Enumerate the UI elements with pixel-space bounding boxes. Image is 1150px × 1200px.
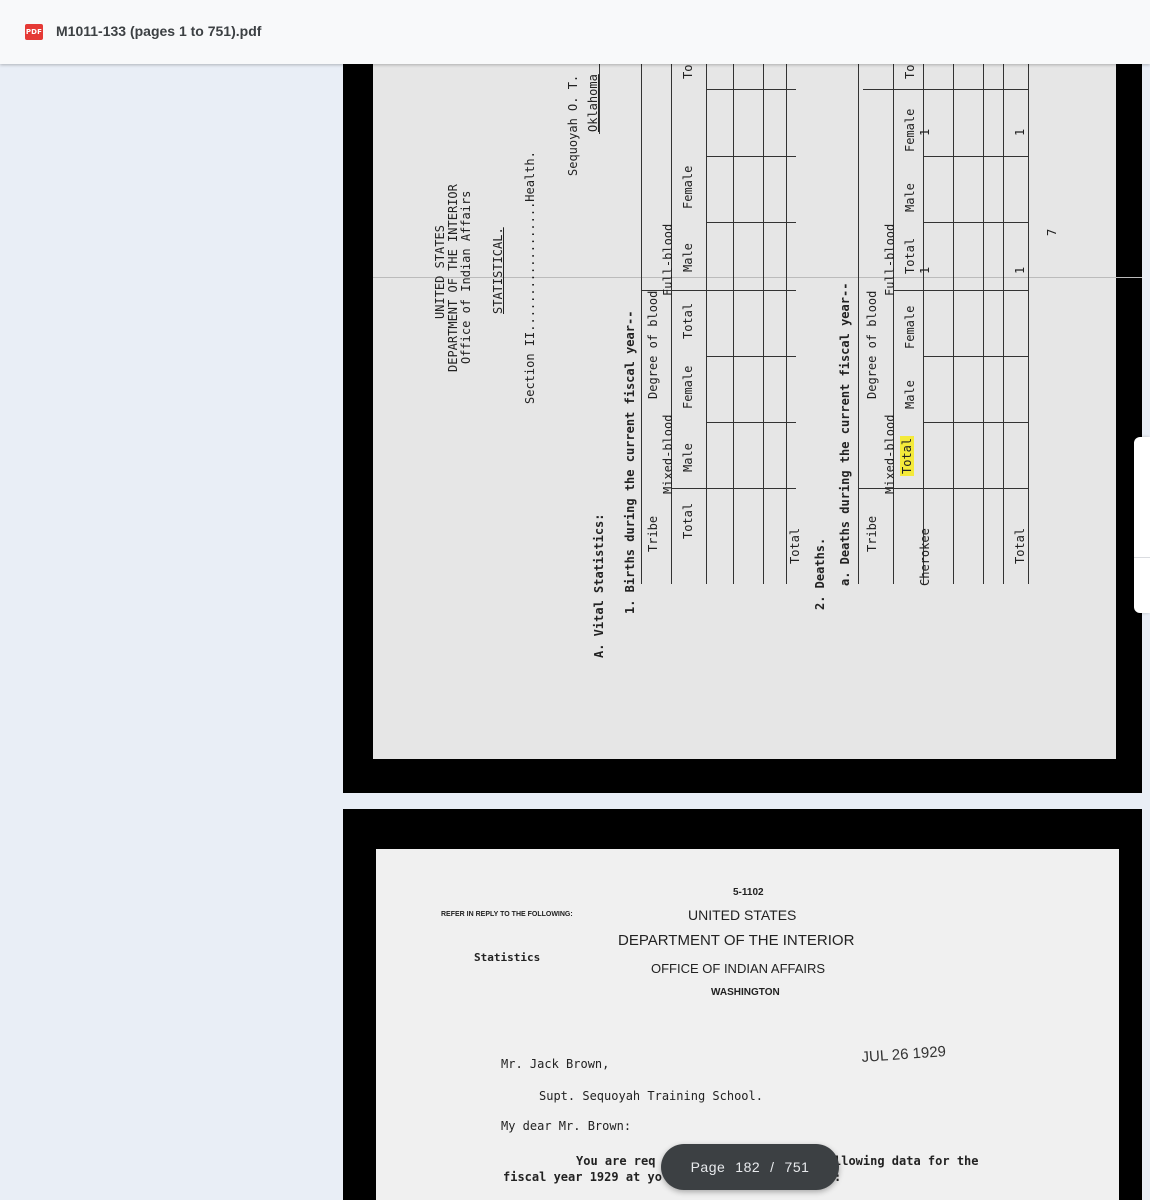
page-label: Page [690, 1159, 726, 1175]
births-degree-header: Degree of blood [646, 290, 660, 399]
births-tribe-header: Tribe [646, 515, 660, 552]
deaths-total-col-cut: To [903, 64, 917, 79]
deaths-total-row: Total [1013, 527, 1027, 564]
page-indicator: Page 182 / 751 [661, 1144, 839, 1190]
births-female-col: Female [681, 365, 695, 409]
births-mixed-header: Mixed-blood [661, 414, 675, 494]
deaths-tribe-cherokee: Cherokee [918, 528, 932, 586]
agency-line-2: DEPARTMENT OF THE INTERIOR [446, 184, 460, 372]
deaths-degree-header: Degree of blood [865, 290, 879, 399]
pdf-page-182: 5-1102 REFER IN REPLY TO THE FOLLOWING: … [343, 809, 1142, 1200]
body-line-1-start: You are req [576, 1154, 656, 1168]
side-panel [0, 64, 343, 1200]
date-stamp: JUL 26 1929 [861, 1043, 947, 1066]
births-female-col-2: Female [681, 165, 695, 209]
agency-line-1: UNITED STATES [433, 225, 447, 319]
births-male-col-2: Male [681, 243, 695, 272]
births-total-col: Total [681, 502, 695, 539]
agency-office: OFFICE OF INDIAN AFFAIRS [651, 961, 826, 976]
pdf-icon: PDF [25, 24, 43, 40]
agency-department: DEPARTMENT OF THE INTERIOR [618, 932, 855, 949]
current-page: 182 [735, 1159, 761, 1175]
scanned-form-paper: UNITED STATES DEPARTMENT OF THE INTERIOR… [373, 64, 1142, 759]
deaths-male-col-2: Male [903, 183, 917, 212]
body-line-2-start: fiscal year 1929 at yo [503, 1170, 662, 1184]
deaths-male-col: Male [903, 380, 917, 409]
form-number: 5-1102 [733, 887, 764, 898]
births-total-row: Total [788, 527, 802, 564]
document-title: M1011-133 (pages 1 to 751).pdf [56, 23, 262, 39]
births-total-col-cut: To [681, 64, 695, 79]
state-name: Oklahoma [586, 74, 600, 132]
deaths-female-col: Female [903, 305, 917, 349]
viewer-toolbar: PDF M1011-133 (pages 1 to 751).pdf [0, 0, 1150, 64]
agency-city: WASHINGTON [711, 987, 780, 998]
deaths-total-col-2: Total [903, 237, 917, 274]
vital-statistics-heading: A. Vital Statistics: [592, 513, 606, 659]
total-pages: 751 [784, 1159, 810, 1175]
pdf-page-181: UNITED STATES DEPARTMENT OF THE INTERIOR… [343, 64, 1142, 793]
page-separator: / [770, 1159, 775, 1175]
deaths-total-col: Total [900, 435, 914, 476]
deaths-cherokee-full-total: 1 [918, 266, 932, 274]
deaths-tribe-header: Tribe [865, 515, 879, 552]
agency-line-3: Office of Indian Affairs [459, 190, 473, 364]
deaths-full-header: Full-blood [883, 223, 897, 296]
refer-line: REFER IN REPLY TO THE FOLLOWING: [441, 911, 573, 918]
fold-crease [373, 277, 1142, 278]
agency-united-states: UNITED STATES [688, 907, 797, 923]
births-heading: 1. Births during the current fiscal year… [623, 310, 637, 614]
deaths-female-col-2: Female [903, 108, 917, 152]
deaths-total-full-female: 1 [1013, 128, 1027, 136]
section-heading: Section II..................Health. [523, 151, 537, 404]
births-male-col: Male [681, 443, 695, 472]
body-line-1-end: llowing data for the [834, 1154, 979, 1168]
births-total-col-2: Total [681, 302, 695, 339]
statistical-heading: STATISTICAL. [491, 227, 505, 314]
deaths-subheading: a. Deaths during the current fiscal year… [838, 282, 852, 586]
addressee-title: Supt. Sequoyah Training School. [539, 1089, 763, 1103]
deaths-cherokee-full-female: 1 [918, 128, 932, 136]
deaths-heading: 2. Deaths. [813, 537, 827, 610]
deaths-mixed-header: Mixed-blood [883, 414, 897, 494]
births-full-header: Full-blood [661, 223, 675, 296]
side-scroll-tab[interactable] [1134, 437, 1150, 613]
deaths-total-full-total: 1 [1013, 266, 1027, 274]
page-mark: 7 [1045, 228, 1059, 236]
salutation: My dear Mr. Brown: [501, 1119, 632, 1133]
refer-value: Statistics [474, 951, 541, 964]
school-name: Sequoyah O. T. [566, 74, 580, 176]
addressee: Mr. Jack Brown, [501, 1057, 610, 1071]
